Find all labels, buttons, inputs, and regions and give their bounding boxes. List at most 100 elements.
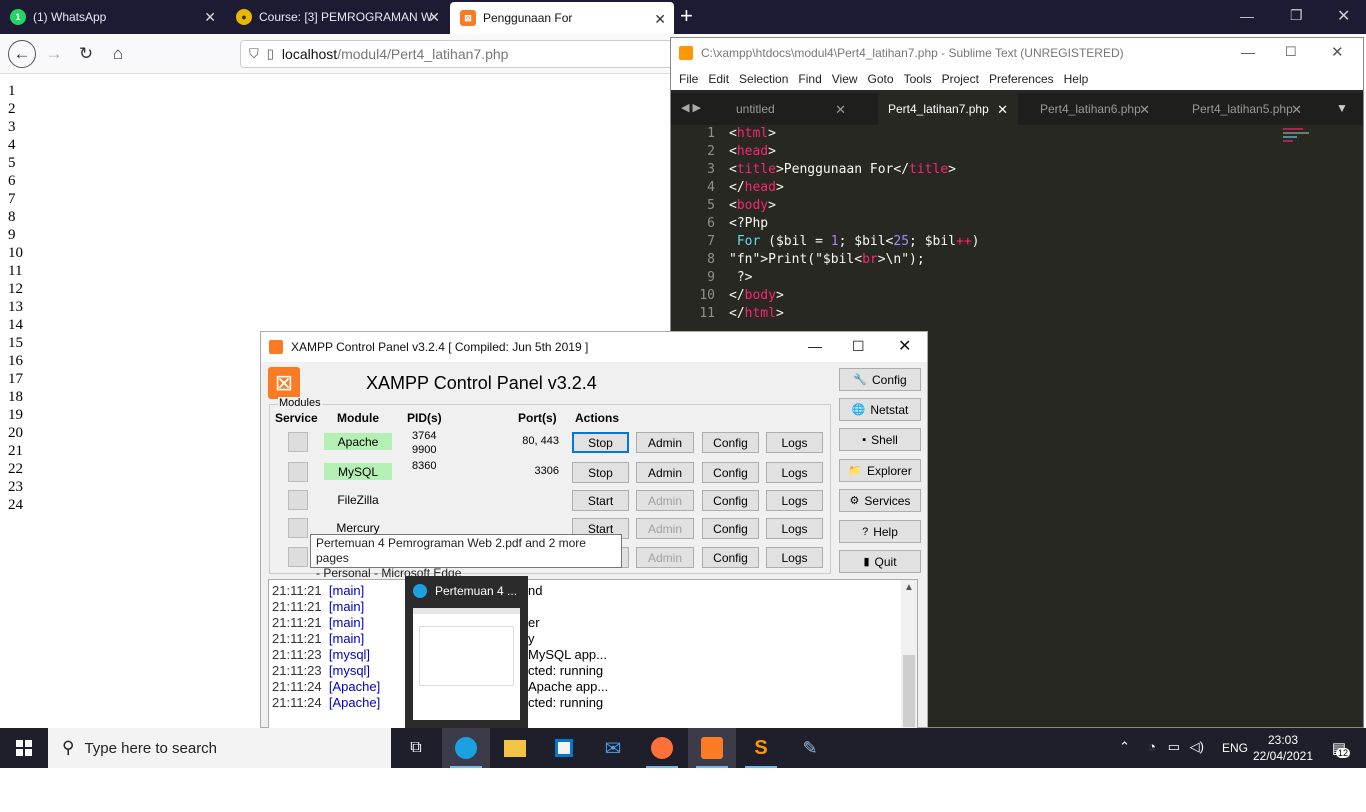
close-window-icon[interactable]: ✕ [898, 336, 911, 356]
code-line[interactable]: <head> [729, 143, 980, 161]
logs-button[interactable]: Logs [766, 462, 823, 483]
minimize-icon[interactable]: — [1241, 44, 1255, 60]
edge-taskbar-icon[interactable] [442, 728, 490, 768]
admin-button[interactable]: Admin [636, 462, 694, 483]
close-icon[interactable]: ✕ [428, 9, 440, 26]
maximize-icon[interactable]: ☐ [852, 338, 865, 355]
close-icon[interactable]: ✕ [1291, 102, 1302, 118]
code-line[interactable]: <title>Penggunaan For</title> [729, 161, 980, 179]
language-indicator[interactable]: ENG [1222, 741, 1248, 755]
side-shell-button[interactable]: ▪ Shell [839, 428, 921, 451]
config-button[interactable]: Config [702, 462, 759, 483]
side-config-button[interactable]: 🔧 Config [839, 368, 921, 391]
tab-scroll-icon[interactable]: ◀ ▶ [681, 101, 701, 114]
service-checkbox[interactable] [288, 490, 308, 510]
code-line[interactable]: "fn">Print("$bil<br>\n"); [729, 251, 980, 269]
menu-item-view[interactable]: View [832, 72, 858, 86]
logs-button[interactable]: Logs [766, 490, 823, 511]
start-button[interactable]: Start [572, 490, 629, 511]
new-tab-button[interactable]: + [680, 3, 693, 29]
maximize-icon[interactable]: ☐ [1285, 44, 1297, 60]
stop-button[interactable]: Stop [572, 462, 629, 483]
battery-icon[interactable]: ▭ [1168, 739, 1180, 755]
task-view-icon[interactable]: ⧉ [392, 728, 440, 768]
code-line[interactable]: </html> [729, 305, 980, 323]
close-icon[interactable]: ✕ [654, 11, 666, 28]
side-quit-button[interactable]: ▮ Quit [839, 550, 921, 573]
menu-item-find[interactable]: Find [798, 72, 821, 86]
admin-button[interactable]: Admin [636, 547, 694, 568]
tab-dropdown-icon[interactable]: ▼ [1336, 101, 1348, 115]
taskbar-search[interactable]: ⚲ Type here to search [48, 728, 391, 768]
admin-button[interactable]: Admin [636, 518, 694, 539]
firefox-icon[interactable] [638, 728, 686, 768]
logs-button[interactable]: Logs [766, 547, 823, 568]
scroll-up-icon[interactable]: ▲ [901, 580, 917, 596]
logs-button[interactable]: Logs [766, 432, 823, 453]
admin-button[interactable]: Admin [636, 432, 694, 453]
menu-item-edit[interactable]: Edit [708, 72, 729, 86]
minimize-icon[interactable]: — [808, 338, 822, 354]
sublime-tab-untitled[interactable]: untitled ✕ [726, 93, 856, 125]
code-line[interactable]: </head> [729, 179, 980, 197]
xampp-taskbar-icon[interactable] [688, 728, 736, 768]
menu-item-help[interactable]: Help [1064, 72, 1089, 86]
windows-start-icon[interactable] [0, 728, 48, 768]
sublime-tab-latihan5[interactable]: Pert4_latihan5.php ✕ [1182, 93, 1312, 125]
close-window-icon[interactable]: ✕ [1337, 6, 1350, 26]
service-checkbox[interactable] [288, 518, 308, 538]
side-help-button[interactable]: ? Help [839, 520, 921, 543]
menu-item-selection[interactable]: Selection [739, 72, 788, 86]
back-icon[interactable]: ← [8, 40, 36, 68]
menu-item-project[interactable]: Project [942, 72, 979, 86]
restore-icon[interactable]: ❐ [1290, 7, 1303, 24]
file-explorer-icon[interactable] [491, 728, 539, 768]
url-bar[interactable]: ⛉ ▯ localhost/modul4/Pert4_latihan7.php [240, 40, 680, 68]
code-line[interactable]: <html> [729, 125, 980, 143]
store-icon[interactable] [540, 728, 588, 768]
volume-icon[interactable]: ◁) [1190, 739, 1204, 755]
clock-time[interactable]: 23:03 [1258, 733, 1308, 747]
close-icon[interactable]: ✕ [997, 102, 1008, 118]
menu-item-tools[interactable]: Tools [904, 72, 932, 86]
minimap[interactable] [1283, 128, 1313, 148]
close-icon[interactable]: ✕ [204, 9, 216, 26]
chevron-up-icon[interactable]: ⌃ [1119, 739, 1130, 755]
network-icon[interactable]: ◔ [1148, 739, 1156, 754]
menu-item-goto[interactable]: Goto [868, 72, 894, 86]
code-line[interactable]: <?Php [729, 215, 980, 233]
minimize-icon[interactable]: — [1240, 8, 1254, 24]
close-icon[interactable]: ✕ [835, 102, 846, 118]
side-netstat-button[interactable]: 🌐 Netstat [839, 398, 921, 421]
code-editor[interactable]: <html> <head> <title>Penggunaan For</title… [729, 125, 980, 323]
menu-item-file[interactable]: File [679, 72, 698, 86]
clock-date[interactable]: 22/04/2021 [1250, 749, 1316, 763]
close-window-icon[interactable]: ✕ [1331, 43, 1344, 61]
sublime-taskbar-icon[interactable]: S [737, 728, 785, 768]
scroll-thumb[interactable] [903, 655, 915, 727]
forward-icon[interactable]: → [42, 42, 66, 66]
sublime-tab-latihan6[interactable]: Pert4_latihan6.php ✕ [1030, 93, 1160, 125]
service-checkbox[interactable] [288, 462, 308, 482]
admin-button[interactable]: Admin [636, 490, 694, 511]
stop-button[interactable]: Stop [572, 432, 629, 453]
config-button[interactable]: Config [702, 490, 759, 511]
side-services-button[interactable]: ⚙ Services [839, 489, 921, 512]
service-checkbox[interactable] [288, 547, 308, 567]
tab-course[interactable]: ● Course: [3] PEMROGRAMAN W ✕ [226, 0, 448, 34]
edge-thumbnail-preview[interactable]: Pertemuan 4 ... [405, 576, 528, 728]
code-line[interactable]: </body> [729, 287, 980, 305]
paint-icon[interactable]: ✎ [786, 728, 834, 768]
log-panel[interactable]: ▲ 21:11:21 [main] nd 21:11:21 [main] 21:11:… [268, 579, 918, 729]
reload-icon[interactable]: ↻ [74, 42, 98, 66]
config-button[interactable]: Config [702, 432, 759, 453]
home-icon[interactable]: ⌂ [106, 42, 130, 66]
config-button[interactable]: Config [702, 518, 759, 539]
tab-whatsapp[interactable]: 1 (1) WhatsApp ✕ [0, 0, 224, 34]
code-line[interactable]: <body> [729, 197, 980, 215]
config-button[interactable]: Config [702, 547, 759, 568]
log-scrollbar[interactable]: ▲ [901, 580, 917, 728]
side-explorer-button[interactable]: 📁 Explorer [839, 459, 921, 482]
logs-button[interactable]: Logs [766, 518, 823, 539]
service-checkbox[interactable] [288, 432, 308, 452]
